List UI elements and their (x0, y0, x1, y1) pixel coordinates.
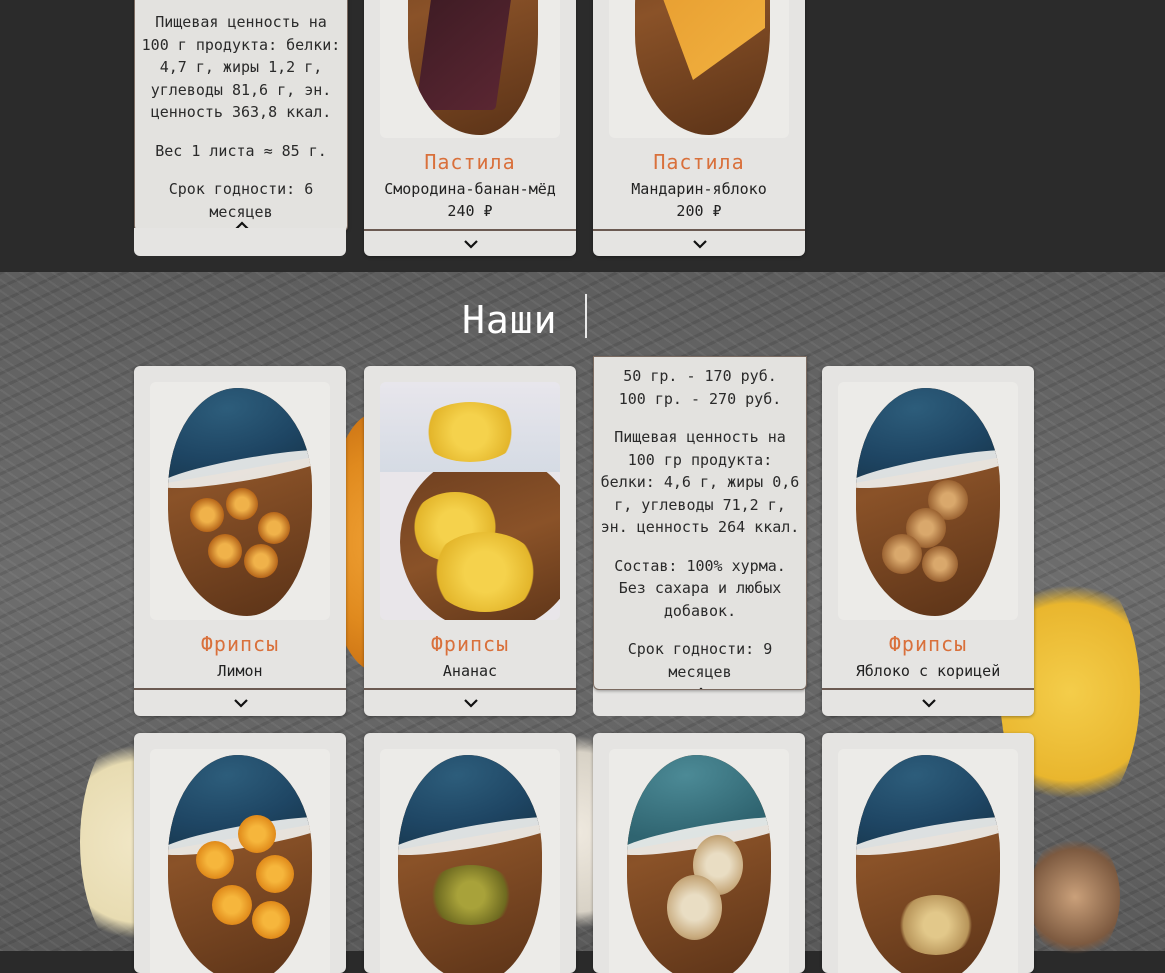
orange-peel-decoration (1030, 832, 1120, 962)
lemon-slice (258, 512, 290, 544)
product-photo (380, 749, 560, 973)
composition-text: Состав: 100% хурма. Без сахара и любых д… (614, 556, 786, 620)
product-card[interactable] (134, 733, 346, 973)
chevron-down-icon[interactable] (233, 696, 248, 710)
shelf-life-text: Срок годности: 9 месяцев (627, 640, 773, 681)
pineapple-chip (430, 532, 540, 612)
typing-cursor (585, 294, 587, 338)
apple-chip (882, 534, 922, 574)
product-photo (609, 0, 789, 138)
product-card-expanded[interactable]: 50 гр. - 170 руб. 100 гр. - 270 руб. Пищ… (593, 356, 807, 690)
chevron-down-icon[interactable] (692, 237, 707, 251)
product-name: Фрипсы (430, 632, 510, 656)
top-section: Пищевая ценность на 100 г продукта: белк… (0, 0, 1165, 272)
product-card[interactable] (822, 733, 1034, 973)
weight-text: Вес 1 листа ≈ 85 г. (155, 141, 327, 160)
product-card-expanded[interactable]: Пищевая ценность на 100 г продукта: белк… (134, 0, 348, 232)
product-name: Фрипсы (200, 632, 280, 656)
shelf-life-text: Срок годности: 6 месяцев (168, 180, 314, 221)
apple-chip (922, 546, 958, 582)
lemon-slice (244, 544, 278, 578)
card-expand-bar[interactable] (593, 229, 805, 256)
nutrition-text: Пищевая ценность на 100 гр продукта: бел… (600, 428, 800, 536)
product-photo (380, 0, 560, 138)
nutrition-text: Пищевая ценность на 100 г продукта: белк… (141, 13, 341, 121)
product-flavor: Смородина-банан-мёд (384, 180, 556, 198)
product-photo (380, 382, 560, 620)
product-name: Пастила (653, 150, 745, 174)
product-photo (609, 749, 789, 973)
product-photo (838, 382, 1018, 620)
orange-slice (238, 815, 276, 853)
product-flavor: Ананас (442, 662, 498, 680)
orange-slice (212, 885, 252, 925)
chevron-down-icon[interactable] (463, 237, 478, 251)
card-base (134, 228, 346, 256)
product-photo (150, 749, 330, 973)
orange-slice (196, 841, 234, 879)
product-price: 200 ₽ (676, 202, 722, 220)
product-card[interactable] (364, 733, 576, 973)
kiwi-chips (426, 865, 516, 925)
product-flavor: Лимон (217, 662, 263, 680)
orange-slice (256, 855, 294, 893)
chevron-down-icon[interactable] (463, 696, 478, 710)
orange-slice (252, 901, 290, 939)
pastila-sheet (645, 0, 765, 80)
lemon-slice (190, 498, 224, 532)
product-card[interactable]: Пастила Мандарин-яблоко 200 ₽ (593, 0, 805, 256)
card-expand-bar[interactable] (822, 688, 1034, 716)
product-details: 50 гр. - 170 руб. 100 гр. - 270 руб. Пищ… (600, 365, 800, 683)
product-photo (150, 382, 330, 620)
product-name: Пастила (424, 150, 516, 174)
banana-chips (896, 895, 976, 955)
product-card[interactable]: Фрипсы Лимон (134, 366, 346, 716)
lemon-slice (226, 488, 258, 520)
card-expand-bar[interactable] (364, 229, 576, 256)
product-name: Фрипсы (888, 632, 968, 656)
section-title: Наши (462, 298, 558, 342)
product-card[interactable]: Фрипсы Яблоко с корицей (822, 366, 1034, 716)
product-card[interactable]: Пастила Смородина-банан-мёд 240 ₽ (364, 0, 576, 256)
product-card[interactable] (593, 733, 805, 973)
pastila-sheet (415, 0, 517, 110)
product-details: Пищевая ценность на 100 г продукта: белк… (141, 11, 341, 223)
product-price: 240 ₽ (447, 202, 493, 220)
product-card[interactable]: Фрипсы Ананас (364, 366, 576, 716)
lemon-slice (208, 534, 242, 568)
price-text: 50 гр. - 170 руб. 100 гр. - 270 руб. (618, 367, 782, 408)
chevron-up-icon[interactable] (693, 685, 707, 689)
product-photo (838, 749, 1018, 973)
chevron-down-icon[interactable] (921, 696, 936, 710)
card-expand-bar[interactable] (364, 688, 576, 716)
product-flavor: Мандарин-яблоко (631, 180, 767, 198)
card-expand-bar[interactable] (134, 688, 346, 716)
pear-chip (667, 875, 722, 940)
pineapple-chip (420, 402, 520, 462)
product-flavor: Яблоко с корицей (855, 662, 1001, 680)
